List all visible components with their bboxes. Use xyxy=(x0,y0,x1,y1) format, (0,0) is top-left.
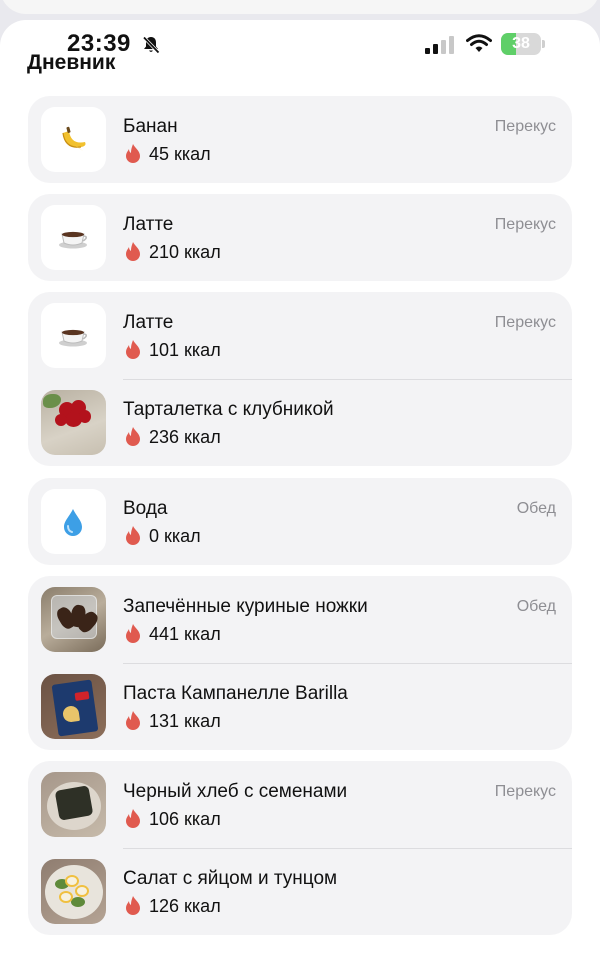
calorie-value: 236 ккал xyxy=(124,426,221,448)
meal-group: Запечённые куриные ножки 441 ккал Обед П… xyxy=(28,576,572,750)
calorie-value: 441 ккал xyxy=(124,623,221,645)
flame-icon xyxy=(126,242,140,261)
strawberry-tart-photo xyxy=(41,390,106,455)
meal-group: Вода 0 ккал Обед xyxy=(28,478,572,565)
battery-level: 38 xyxy=(512,35,530,52)
calorie-value: 106 ккал xyxy=(124,808,221,830)
previous-card-edge xyxy=(0,0,600,14)
food-name: Вода xyxy=(123,498,168,519)
diary-entry[interactable]: Запечённые куриные ножки 441 ккал Обед xyxy=(28,576,572,663)
calorie-value: 126 ккал xyxy=(124,895,221,917)
flame-icon xyxy=(126,624,140,643)
meal-group: Латте 210 ккал Перекус xyxy=(28,194,572,281)
food-name: Латте xyxy=(123,214,174,235)
meal-type-label: Перекус xyxy=(494,783,556,800)
diary-entry[interactable]: Черный хлеб с семенами 106 ккал Перекус xyxy=(28,761,572,848)
flame-icon xyxy=(126,526,140,545)
banana-icon xyxy=(41,107,106,172)
meal-type-label: Обед xyxy=(516,598,556,615)
flame-icon xyxy=(126,427,140,446)
calorie-value: 101 ккал xyxy=(124,339,221,361)
cellular-signal-icon xyxy=(425,36,454,54)
coffee-cup-icon xyxy=(41,205,106,270)
meal-type-label: Обед xyxy=(516,500,556,517)
water-drop-icon xyxy=(41,489,106,554)
meal-type-label: Перекус xyxy=(494,216,556,233)
meal-type-label: Перекус xyxy=(494,118,556,135)
food-name: Паста Кампанелле Barilla xyxy=(123,683,348,704)
diary-entry[interactable]: Салат с яйцом и тунцом 126 ккал xyxy=(28,848,572,935)
wifi-icon xyxy=(466,34,492,52)
coffee-cup-icon xyxy=(41,303,106,368)
flame-icon xyxy=(126,809,140,828)
food-name: Запечённые куриные ножки xyxy=(123,596,368,617)
flame-icon xyxy=(126,896,140,915)
flame-icon xyxy=(126,340,140,359)
egg-tuna-salad-photo xyxy=(41,859,106,924)
diary-entry[interactable]: Латте 101 ккал Перекус xyxy=(28,292,572,379)
calorie-value: 131 ккал xyxy=(124,710,221,732)
calorie-value: 210 ккал xyxy=(124,241,221,263)
pasta-box-photo xyxy=(41,674,106,739)
calorie-value: 45 ккал xyxy=(124,143,211,165)
diary-entry[interactable]: Банан 45 ккал Перекус xyxy=(28,96,572,183)
calorie-value: 0 ккал xyxy=(124,525,201,547)
battery-icon: 38 xyxy=(501,33,545,55)
meal-group: Латте 101 ккал Перекус Тарталетка с клуб… xyxy=(28,292,572,466)
chicken-legs-photo xyxy=(41,587,106,652)
meal-group: Банан 45 ккал Перекус xyxy=(28,96,572,183)
page-title: Дневник xyxy=(27,51,116,74)
diary-entry[interactable]: Паста Кампанелле Barilla 131 ккал xyxy=(28,663,572,750)
meal-group: Черный хлеб с семенами 106 ккал Перекус … xyxy=(28,761,572,935)
meal-type-label: Перекус xyxy=(494,314,556,331)
food-name: Банан xyxy=(123,116,178,137)
food-name: Тарталетка с клубникой xyxy=(123,399,334,420)
food-name: Черный хлеб с семенами xyxy=(123,781,348,802)
flame-icon xyxy=(126,144,140,163)
food-name: Салат с яйцом и тунцом xyxy=(123,868,338,889)
diary-entry[interactable]: Латте 210 ккал Перекус xyxy=(28,194,572,281)
diary-entry[interactable]: Тарталетка с клубникой 236 ккал xyxy=(28,379,572,466)
flame-icon xyxy=(126,711,140,730)
black-bread-photo xyxy=(41,772,106,837)
bell-slash-icon xyxy=(142,36,160,54)
food-name: Латте xyxy=(123,312,174,333)
diary-entry[interactable]: Вода 0 ккал Обед xyxy=(28,478,572,565)
